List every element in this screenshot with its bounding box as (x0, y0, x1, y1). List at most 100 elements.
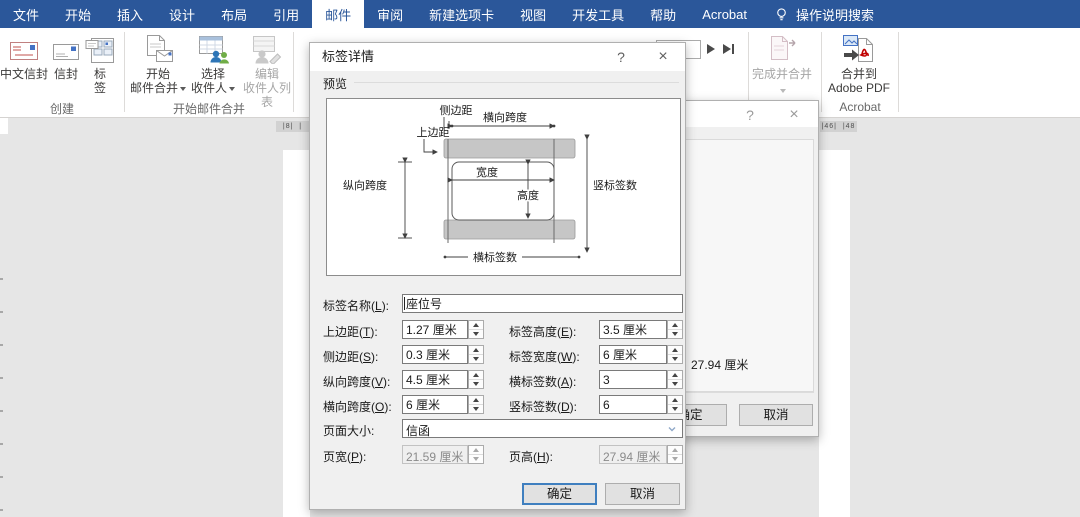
start-mail-merge-line2: 邮件合并 (130, 81, 186, 95)
labels-across-stepper[interactable] (667, 370, 683, 389)
top-margin-input[interactable] (402, 320, 468, 339)
menubar: 文件 开始 插入 设计 布局 引用 邮件 审阅 新建选项卡 视图 开发工具 帮助… (0, 0, 1080, 28)
help-icon[interactable]: ? (605, 43, 637, 71)
horizontal-pitch-label: 横向跨度(O): (323, 400, 392, 414)
page-height-stepper (667, 445, 683, 464)
group-separator (898, 32, 899, 112)
horizontal-ruler-fragment-left: |8| | (276, 121, 309, 132)
start-mail-merge-icon (142, 30, 174, 64)
dialog-titlebar: 标签详情 ? × (310, 43, 685, 71)
label-name-label: 标签名称(L): (323, 299, 390, 313)
page-width-label: 页宽(P): (323, 450, 367, 464)
chevron-down-icon (667, 423, 677, 437)
labels-across-input[interactable] (599, 370, 667, 389)
label-width-label: 标签宽度(W): (509, 350, 580, 364)
chevron-down-icon (780, 88, 786, 93)
label-preview-diagram: 侧边距 横向跨度 上边距 纵向跨度 宽度 高度 竖标签数 横标签数 (326, 98, 681, 276)
tab-mailings[interactable]: 邮件 (312, 0, 365, 28)
tab-acrobat[interactable]: Acrobat (689, 0, 760, 28)
tab-file[interactable]: 文件 (0, 0, 52, 28)
group-label-start-mail-merge: 开始邮件合并 (172, 102, 245, 116)
chevron-down-icon (180, 86, 186, 91)
tab-developer[interactable]: 开发工具 (559, 0, 637, 28)
label-name-input[interactable] (402, 294, 683, 313)
help-icon[interactable]: ? (734, 101, 766, 129)
select-recipients-line1: 选择 (200, 67, 225, 81)
tab-review[interactable]: 审阅 (364, 0, 416, 28)
diagram-horizontal-count-label: 横标签数 (473, 250, 517, 264)
side-margin-input[interactable] (402, 345, 468, 364)
select-recipients-icon (197, 30, 229, 64)
ruler-origin-box (0, 118, 8, 134)
tab-insert[interactable]: 插入 (104, 0, 156, 28)
lightbulb-icon (774, 7, 789, 22)
side-margin-stepper[interactable] (468, 345, 484, 364)
envelope-icon (52, 30, 80, 64)
page-size-select[interactable]: 信函 (402, 419, 683, 438)
label-width-input[interactable] (599, 345, 667, 364)
group-label-acrobat: Acrobat (839, 100, 881, 114)
labels-down-stepper[interactable] (667, 395, 683, 414)
tell-me-search[interactable]: 操作说明搜索 (774, 0, 874, 28)
horizontal-ruler-fragment-right: |46| |48 (820, 121, 857, 132)
vertical-pitch-stepper[interactable] (468, 370, 484, 389)
last-record-icon[interactable] (723, 44, 734, 54)
group-separator (124, 32, 125, 112)
page-size-label: 页面大小: (323, 424, 375, 438)
side-margin-label: 侧边距(S): (323, 350, 379, 364)
diagram-height-label: 高度 (517, 188, 539, 202)
page-width-input: 21.59 厘米 (402, 445, 468, 464)
horizontal-pitch-input[interactable] (402, 395, 468, 414)
top-margin-stepper[interactable] (468, 320, 484, 339)
tab-view[interactable]: 视图 (507, 0, 559, 28)
horizontal-pitch-stepper[interactable] (468, 395, 484, 414)
tab-design[interactable]: 设计 (156, 0, 208, 28)
vertical-pitch-input[interactable] (402, 370, 468, 389)
preview-group-label: 预览 (323, 77, 348, 91)
select-recipients-line2: 收件人 (191, 81, 235, 95)
finish-merge-label: 完成并合并 (751, 67, 812, 81)
dialog-title: 标签详情 (322, 49, 375, 64)
page-height-info: 27.94 厘米 (691, 358, 749, 372)
cancel-button[interactable]: 取消 (605, 483, 680, 505)
tab-home[interactable]: 开始 (52, 0, 104, 28)
diagram-horizontal-pitch-label: 横向跨度 (483, 110, 527, 124)
diagram-top-margin-label: 上边距 (417, 126, 450, 139)
close-icon[interactable]: × (647, 43, 679, 71)
labels-down-input[interactable] (599, 395, 667, 414)
document-page-right-edge (819, 150, 850, 517)
label-height-input[interactable] (599, 320, 667, 339)
cancel-button[interactable]: 取消 (739, 404, 813, 426)
merge-to-pdf-icon (842, 30, 876, 64)
group-separator (821, 32, 822, 112)
page-size-value: 信函 (406, 424, 431, 438)
diagram-width-label: 宽度 (476, 165, 498, 179)
next-record-icon[interactable] (707, 44, 715, 54)
labels-down-label: 竖标签数(D): (509, 400, 578, 414)
edit-recipient-list-icon (251, 30, 283, 64)
chinese-envelope-label: 中文信封 (0, 67, 49, 81)
tab-help[interactable]: 帮助 (637, 0, 689, 28)
label-info-panel (684, 139, 814, 392)
diagram-vertical-count-label: 竖标签数 (593, 178, 637, 192)
vertical-ruler-ticks (0, 278, 3, 517)
label-details-dialog: 标签详情 ? × 预览 侧边距 横向跨度 上边距 纵向跨度 宽度 高度 竖标签数… (309, 42, 686, 510)
tell-me-label: 操作说明搜索 (796, 7, 875, 23)
vertical-pitch-label: 纵向跨度(V): (323, 375, 391, 389)
preview-group-line (354, 82, 679, 83)
merge-to-pdf-line1: 合并到 (840, 67, 877, 81)
label-height-stepper[interactable] (667, 320, 683, 339)
document-page-left-edge (283, 150, 310, 517)
close-icon[interactable]: × (778, 101, 810, 129)
labels-label-line2: 签 (93, 81, 106, 95)
diagram-side-margin-label: 侧边距 (440, 104, 473, 117)
tab-layout[interactable]: 布局 (208, 0, 260, 28)
merge-to-pdf-line2: Adobe PDF (827, 81, 891, 95)
tab-references[interactable]: 引用 (260, 0, 312, 28)
top-margin-label: 上边距(T): (323, 325, 378, 339)
tab-custom[interactable]: 新建选项卡 (416, 0, 507, 28)
label-width-stepper[interactable] (667, 345, 683, 364)
chevron-down-icon (229, 86, 235, 91)
ok-button[interactable]: 确定 (522, 483, 597, 505)
page-height-input: 27.94 厘米 (599, 445, 667, 464)
